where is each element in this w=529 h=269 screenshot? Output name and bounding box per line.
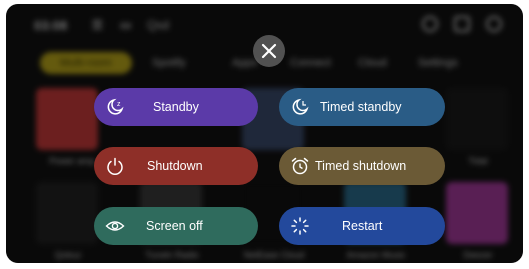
- close-button[interactable]: [253, 35, 285, 67]
- timed-standby-icon: [292, 98, 309, 115]
- standby-icon: z: [107, 98, 124, 115]
- timed-standby-button[interactable]: Timed standby: [279, 88, 445, 126]
- svg-text:z: z: [117, 101, 121, 108]
- standby-button[interactable]: z Standby: [94, 88, 258, 126]
- close-icon: [261, 43, 277, 59]
- restart-icon: [291, 217, 309, 235]
- shutdown-button[interactable]: Shutdown: [94, 147, 258, 185]
- power-icon: [107, 157, 123, 175]
- restart-button[interactable]: Restart: [279, 207, 445, 245]
- timed-shutdown-label: Timed shutdown: [315, 159, 407, 173]
- timed-standby-label: Timed standby: [320, 100, 402, 114]
- restart-label: Restart: [342, 219, 383, 233]
- timed-shutdown-button[interactable]: Timed shutdown: [279, 147, 445, 185]
- screen-off-button[interactable]: Screen off: [94, 207, 258, 245]
- device-screen: 03:08 ☰ ▭ Qsd Multi-room Spotify Apps Co…: [6, 4, 523, 263]
- shutdown-label: Shutdown: [147, 159, 203, 173]
- eye-icon: [105, 221, 125, 231]
- screen-off-label: Screen off: [146, 219, 203, 233]
- alarm-clock-icon: [291, 157, 309, 175]
- standby-label: Standby: [153, 100, 199, 114]
